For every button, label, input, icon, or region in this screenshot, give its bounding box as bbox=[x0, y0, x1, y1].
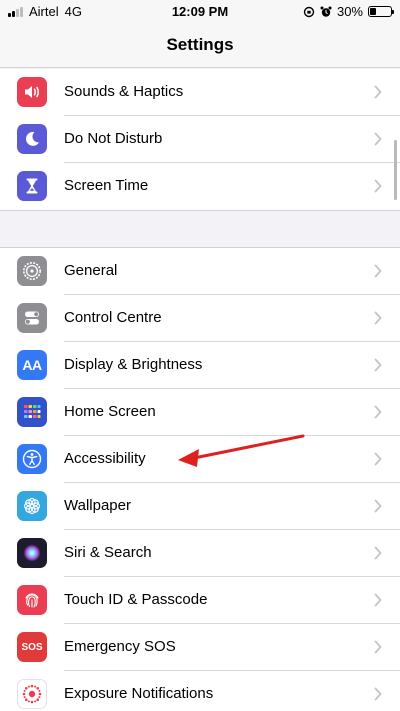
accessibility-icon bbox=[17, 444, 47, 474]
text-size-icon-text: AA bbox=[22, 357, 42, 373]
chevron-right-icon bbox=[374, 499, 382, 513]
siri-icon bbox=[17, 538, 47, 568]
settings-row-emergency-sos[interactable]: SOS Emergency SOS bbox=[0, 624, 400, 671]
settings-row-label: Touch ID & Passcode bbox=[64, 591, 208, 608]
chevron-right-icon bbox=[374, 687, 382, 701]
chevron-right-icon bbox=[374, 452, 382, 466]
settings-group-sound: Sounds & Haptics Do Not Disturb Screen Tim… bbox=[0, 69, 400, 211]
page-title: Settings bbox=[166, 35, 234, 54]
scroll-indicator[interactable] bbox=[394, 140, 397, 200]
status-bar: Airtel 4G 12:09 PM 30% bbox=[0, 0, 400, 24]
settings-row-accessibility[interactable]: Accessibility bbox=[0, 436, 400, 483]
settings-row-display-and-brightness[interactable]: AA Display & Brightness bbox=[0, 342, 400, 389]
settings-row-touch-id-and-passcode[interactable]: Touch ID & Passcode bbox=[0, 577, 400, 624]
settings-row-screen-time[interactable]: Screen Time bbox=[0, 163, 400, 210]
settings-row-label: Control Centre bbox=[64, 309, 162, 326]
settings-row-label: Sounds & Haptics bbox=[64, 83, 184, 100]
chevron-right-icon bbox=[374, 640, 382, 654]
chevron-right-icon bbox=[374, 546, 382, 560]
settings-row-home-screen[interactable]: Home Screen bbox=[0, 389, 400, 436]
exposure-icon bbox=[17, 679, 47, 709]
flower-icon bbox=[17, 491, 47, 521]
settings-row-label: Do Not Disturb bbox=[64, 130, 163, 147]
settings-screen: Airtel 4G 12:09 PM 30% Settings Sounds &… bbox=[0, 0, 400, 711]
chevron-right-icon bbox=[374, 311, 382, 325]
moon-icon bbox=[17, 124, 47, 154]
settings-row-label: Exposure Notifications bbox=[64, 685, 214, 702]
fingerprint-icon bbox=[17, 585, 47, 615]
app-grid-icon bbox=[17, 397, 47, 427]
chevron-right-icon bbox=[374, 85, 382, 99]
settings-row-label: Home Screen bbox=[64, 403, 156, 420]
gear-icon bbox=[17, 256, 47, 286]
hourglass-icon bbox=[17, 171, 47, 201]
chevron-right-icon bbox=[374, 179, 382, 193]
sos-icon-text: SOS bbox=[21, 641, 43, 653]
settings-row-label: Screen Time bbox=[64, 177, 149, 194]
settings-row-label: Emergency SOS bbox=[64, 638, 176, 655]
navigation-bar: Settings bbox=[0, 24, 400, 68]
settings-row-exposure-notifications[interactable]: Exposure Notifications bbox=[0, 671, 400, 711]
chevron-right-icon bbox=[374, 593, 382, 607]
settings-row-do-not-disturb[interactable]: Do Not Disturb bbox=[0, 116, 400, 163]
orientation-lock-icon bbox=[303, 6, 315, 17]
settings-row-label: General bbox=[64, 262, 118, 279]
settings-row-label: Accessibility bbox=[64, 450, 146, 467]
toggles-icon bbox=[17, 303, 47, 333]
settings-row-label: Wallpaper bbox=[64, 497, 131, 514]
battery-icon bbox=[368, 6, 394, 17]
settings-row-label: Display & Brightness bbox=[64, 356, 203, 373]
sos-icon: SOS bbox=[17, 632, 47, 662]
settings-row-wallpaper[interactable]: Wallpaper bbox=[0, 483, 400, 530]
text-size-icon: AA bbox=[17, 350, 47, 380]
chevron-right-icon bbox=[374, 264, 382, 278]
settings-row-general[interactable]: General bbox=[0, 248, 400, 295]
chevron-right-icon bbox=[374, 405, 382, 419]
speaker-icon bbox=[17, 77, 47, 107]
status-right: 30% bbox=[303, 4, 394, 19]
chevron-right-icon bbox=[374, 358, 382, 372]
settings-row-sounds-and-haptics[interactable]: Sounds & Haptics bbox=[0, 69, 400, 116]
chevron-right-icon bbox=[374, 132, 382, 146]
settings-row-control-centre[interactable]: Control Centre bbox=[0, 295, 400, 342]
battery-percent: 30% bbox=[336, 4, 363, 19]
settings-row-siri-and-search[interactable]: Siri & Search bbox=[0, 530, 400, 577]
alarm-icon bbox=[320, 6, 332, 17]
settings-row-label: Siri & Search bbox=[64, 544, 152, 561]
settings-group-general: General Control Centre AA Display & Brightn… bbox=[0, 247, 400, 711]
